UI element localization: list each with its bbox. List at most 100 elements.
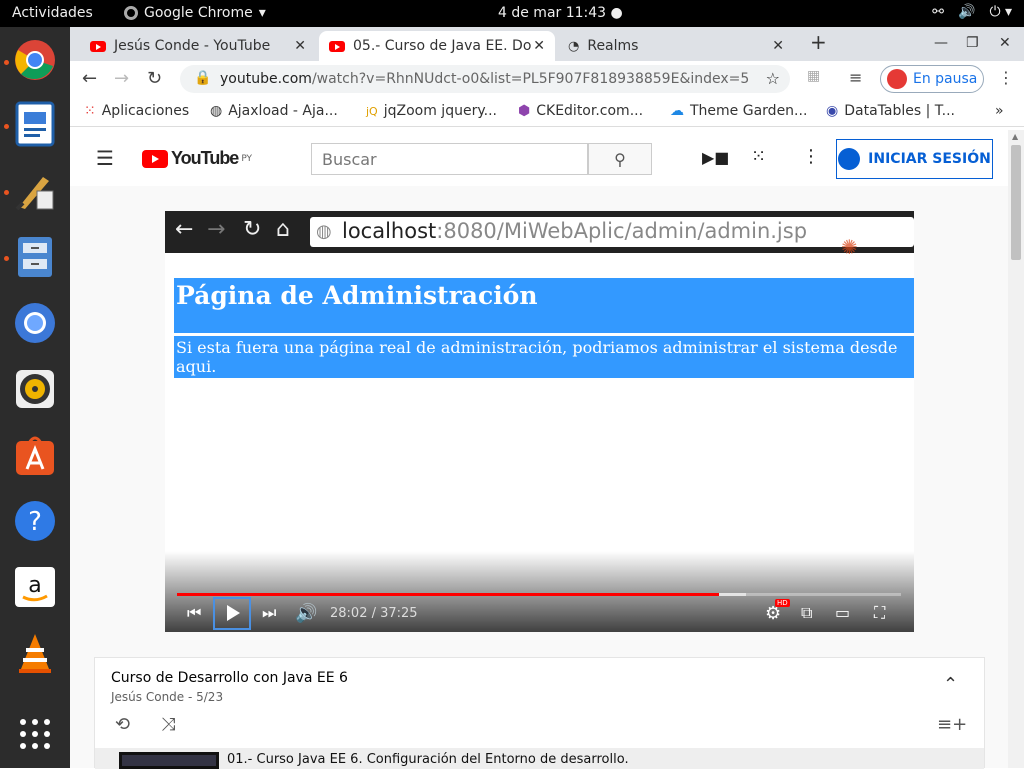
amazon-icon[interactable]: a (11, 563, 59, 611)
more-bookmarks-icon[interactable]: » (995, 103, 1004, 119)
running-indicator (4, 190, 9, 195)
hd-badge: HD (775, 599, 790, 607)
apps-grid-icon: ⁙ (84, 103, 96, 119)
next-icon[interactable]: ⏭ (262, 603, 276, 623)
bookmark-label: jqZoom jquery... (383, 103, 497, 119)
address-bar[interactable]: 🔒 youtube.com/watch?v=RhnNUdct-o0&list=P… (180, 65, 790, 93)
chevron-down-icon: ▾ (258, 5, 266, 21)
page-scrollbar[interactable]: ▲ (1008, 130, 1024, 768)
bookmark-star-icon[interactable]: ☆ (766, 69, 780, 88)
bookmark-theme-garden[interactable]: ☁ Theme Garden... (670, 103, 807, 119)
navigation-bar: ← → ↻ 🔒 youtube.com/watch?v=RhnNUdct-o0&… (70, 61, 1024, 97)
activities-button[interactable]: Actividades (12, 5, 93, 21)
video-browser-bar: ← → ↻ ⌂ ◍ localhost:8080/MiWebAplic/admi… (165, 211, 914, 253)
reload-icon[interactable]: ↻ (147, 68, 162, 89)
bookmark-apps[interactable]: ⁙ Aplicaciones (84, 103, 189, 119)
create-video-icon[interactable]: ▶■ (702, 148, 729, 167)
video-player[interactable]: ← → ↻ ⌂ ◍ localhost:8080/MiWebAplic/admi… (165, 211, 914, 632)
youtube-logo[interactable]: YouTube PY (142, 148, 252, 169)
forward-icon[interactable]: → (114, 68, 129, 89)
restore-icon[interactable]: ❐ (966, 35, 979, 51)
tab-java-video[interactable]: 05.- Curso de Java EE. Do ✕ (319, 31, 555, 61)
save-playlist-icon[interactable]: ≡+ (937, 714, 967, 735)
account-icon (838, 148, 861, 170)
tab-strip: Jesús Conde - YouTube ✕ 05.- Curso de Ja… (70, 27, 1024, 61)
bookmark-label: Theme Garden... (690, 103, 808, 119)
clock[interactable]: 4 de mar 11:43 ● (498, 5, 623, 21)
bookmarks-bar: ⁙ Aplicaciones ◍ Ajaxload - Aja... jQ jqZoo… (70, 97, 1024, 127)
collapse-chevron-icon[interactable]: ⌃ (943, 674, 958, 695)
vlc-icon[interactable] (11, 629, 59, 677)
tab-youtube-channel[interactable]: Jesús Conde - YouTube ✕ (80, 31, 316, 61)
tab-label: Realms (587, 38, 639, 54)
system-tray[interactable]: ⚯ 🔊 ⏻ ▾ (932, 4, 1012, 20)
previous-icon[interactable]: ⏮ (187, 603, 201, 623)
bookmark-datatables[interactable]: ◉ DataTables | T... (826, 103, 955, 119)
ckeditor-icon: ⬢ (518, 103, 531, 119)
show-applications-icon[interactable] (11, 710, 59, 758)
progress-bar[interactable] (177, 593, 901, 596)
youtube-favicon-icon (329, 40, 345, 52)
playlist-item[interactable]: 01.- Curso Java EE 6. Configuración del … (95, 748, 984, 769)
theater-mode-icon[interactable]: ▭ (835, 603, 850, 622)
rhythmbox-icon[interactable] (11, 365, 59, 413)
tab-realms[interactable]: ◔ Realms ✕ (558, 31, 794, 61)
region-code: PY (241, 153, 253, 164)
admin-page-title: Página de Administración (176, 281, 538, 310)
play-icon (227, 605, 240, 621)
search-button[interactable]: ⚲ (588, 143, 652, 175)
scroll-up-icon[interactable]: ▲ (1012, 132, 1018, 141)
fullscreen-icon[interactable]: ⛶ (874, 603, 885, 623)
extension-icon[interactable]: ▦ (807, 68, 820, 84)
miniplayer-icon[interactable]: ⧉ (801, 603, 812, 623)
close-tab-icon[interactable]: ✕ (533, 38, 545, 54)
close-tab-icon[interactable]: ✕ (772, 38, 784, 54)
minimize-icon[interactable]: — (934, 35, 948, 51)
help-icon[interactable]: ? (11, 497, 59, 545)
loop-icon[interactable]: ⟲ (115, 714, 130, 735)
running-indicator (4, 60, 9, 65)
scrollbar-thumb[interactable] (1011, 145, 1021, 260)
play-button[interactable] (213, 597, 251, 630)
video-url-path: :8080/MiWebAplic/admin/admin.jsp (436, 219, 808, 243)
volume-icon[interactable]: 🔊 (295, 603, 317, 624)
buffered-bar (718, 593, 747, 596)
video-globe-icon: ◍ (316, 221, 332, 242)
svg-text:?: ? (28, 507, 42, 537)
chromium-icon[interactable] (11, 299, 59, 347)
close-window-icon[interactable]: ✕ (999, 35, 1011, 51)
new-tab-icon[interactable]: + (810, 30, 827, 54)
bookmark-label: Ajaxload - Aja... (228, 103, 338, 119)
image-editor-icon[interactable] (11, 167, 59, 215)
theme-garden-icon: ☁ (670, 103, 684, 119)
close-tab-icon[interactable]: ✕ (294, 38, 306, 54)
video-url-bar: ◍ localhost:8080/MiWebAplic/admin/admin.… (310, 217, 914, 247)
youtube-wordmark: YouTube (171, 148, 239, 168)
played-bar (177, 593, 719, 596)
playlist-title[interactable]: Curso de Desarrollo con Java EE 6 (111, 670, 348, 686)
apps-icon[interactable]: ⁙ (751, 146, 766, 167)
back-icon[interactable]: ← (82, 68, 97, 89)
profile-button[interactable]: En pausa (880, 65, 984, 93)
search-input[interactable]: Buscar (311, 143, 588, 175)
bookmark-jqzoom[interactable]: jQ jqZoom jquery... (366, 103, 497, 119)
settings-menu-icon[interactable]: ⋮ (802, 146, 820, 167)
bookmark-ckeditor[interactable]: ⬢ CKEditor.com... (518, 103, 643, 119)
datatables-icon: ◉ (826, 103, 839, 119)
bookmark-ajaxload[interactable]: ◍ Ajaxload - Aja... (210, 103, 338, 119)
sign-in-button[interactable]: INICIAR SESIÓN (836, 139, 993, 179)
app-menu[interactable]: Google Chrome ▾ (124, 5, 266, 21)
media-control-icon[interactable]: ≡ (849, 68, 862, 87)
youtube-favicon-icon (90, 40, 106, 52)
shuffle-icon[interactable]: ⤨ (161, 714, 175, 735)
software-center-icon[interactable] (11, 431, 59, 479)
hamburger-menu-icon[interactable]: ☰ (96, 146, 114, 170)
document-viewer-icon[interactable] (11, 100, 59, 148)
system-top-bar: Actividades Google Chrome ▾ 4 de mar 11:… (0, 0, 1024, 27)
files-icon[interactable] (11, 233, 59, 281)
chrome-menu-icon[interactable]: ⋮ (998, 68, 1014, 87)
video-thumbnail (119, 752, 219, 769)
chrome-icon[interactable] (11, 36, 59, 84)
youtube-header: ☰ YouTube PY Buscar ⚲ ▶■ ⁙ ⋮ INICIAR SES… (70, 130, 1008, 186)
youtube-page: ☰ YouTube PY Buscar ⚲ ▶■ ⁙ ⋮ INICIAR SES… (70, 130, 1008, 769)
